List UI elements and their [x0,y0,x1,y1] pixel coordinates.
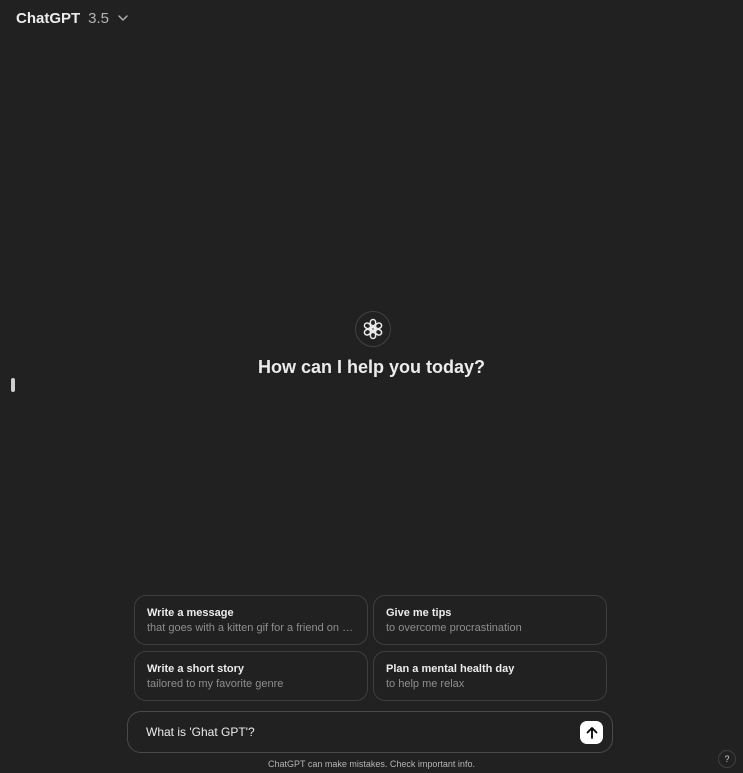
suggestion-subtitle: tailored to my favorite genre [147,678,284,690]
suggestion-card[interactable]: Give me tips to overcome procrastination [373,595,607,645]
suggestion-title: Write a message [147,607,234,619]
message-composer [127,711,613,753]
sidebar-toggle-handle[interactable] [11,378,15,392]
chevron-down-icon [116,11,130,25]
suggestion-card[interactable]: Plan a mental health day to help me rela… [373,651,607,701]
suggestion-subtitle: that goes with a kitten gif for a friend… [147,622,355,634]
suggestion-card[interactable]: Write a short story tailored to my favor… [134,651,368,701]
suggestion-title: Plan a mental health day [386,663,515,675]
model-version: 3.5 [88,9,110,27]
model-name: ChatGPT [16,9,81,27]
suggestion-card[interactable]: Write a message that goes with a kitten … [134,595,368,645]
suggestion-subtitle: to overcome procrastination [386,622,522,634]
disclaimer-text: ChatGPT can make mistakes. Check importa… [268,759,475,769]
chat-page: ChatGPT 3.5 How can I help you today? Wr… [0,0,743,773]
send-button[interactable] [580,721,603,744]
help-button[interactable]: ? [718,750,736,768]
greeting-heading: How can I help you today? [257,357,486,377]
suggestion-subtitle: to help me relax [386,678,465,690]
openai-logo-icon [355,311,391,347]
arrow-up-icon [585,726,599,740]
message-input[interactable] [146,712,566,752]
suggestion-title: Give me tips [386,607,452,619]
model-switcher[interactable]: ChatGPT 3.5 [8,4,138,32]
suggestion-title: Write a short story [147,663,244,675]
